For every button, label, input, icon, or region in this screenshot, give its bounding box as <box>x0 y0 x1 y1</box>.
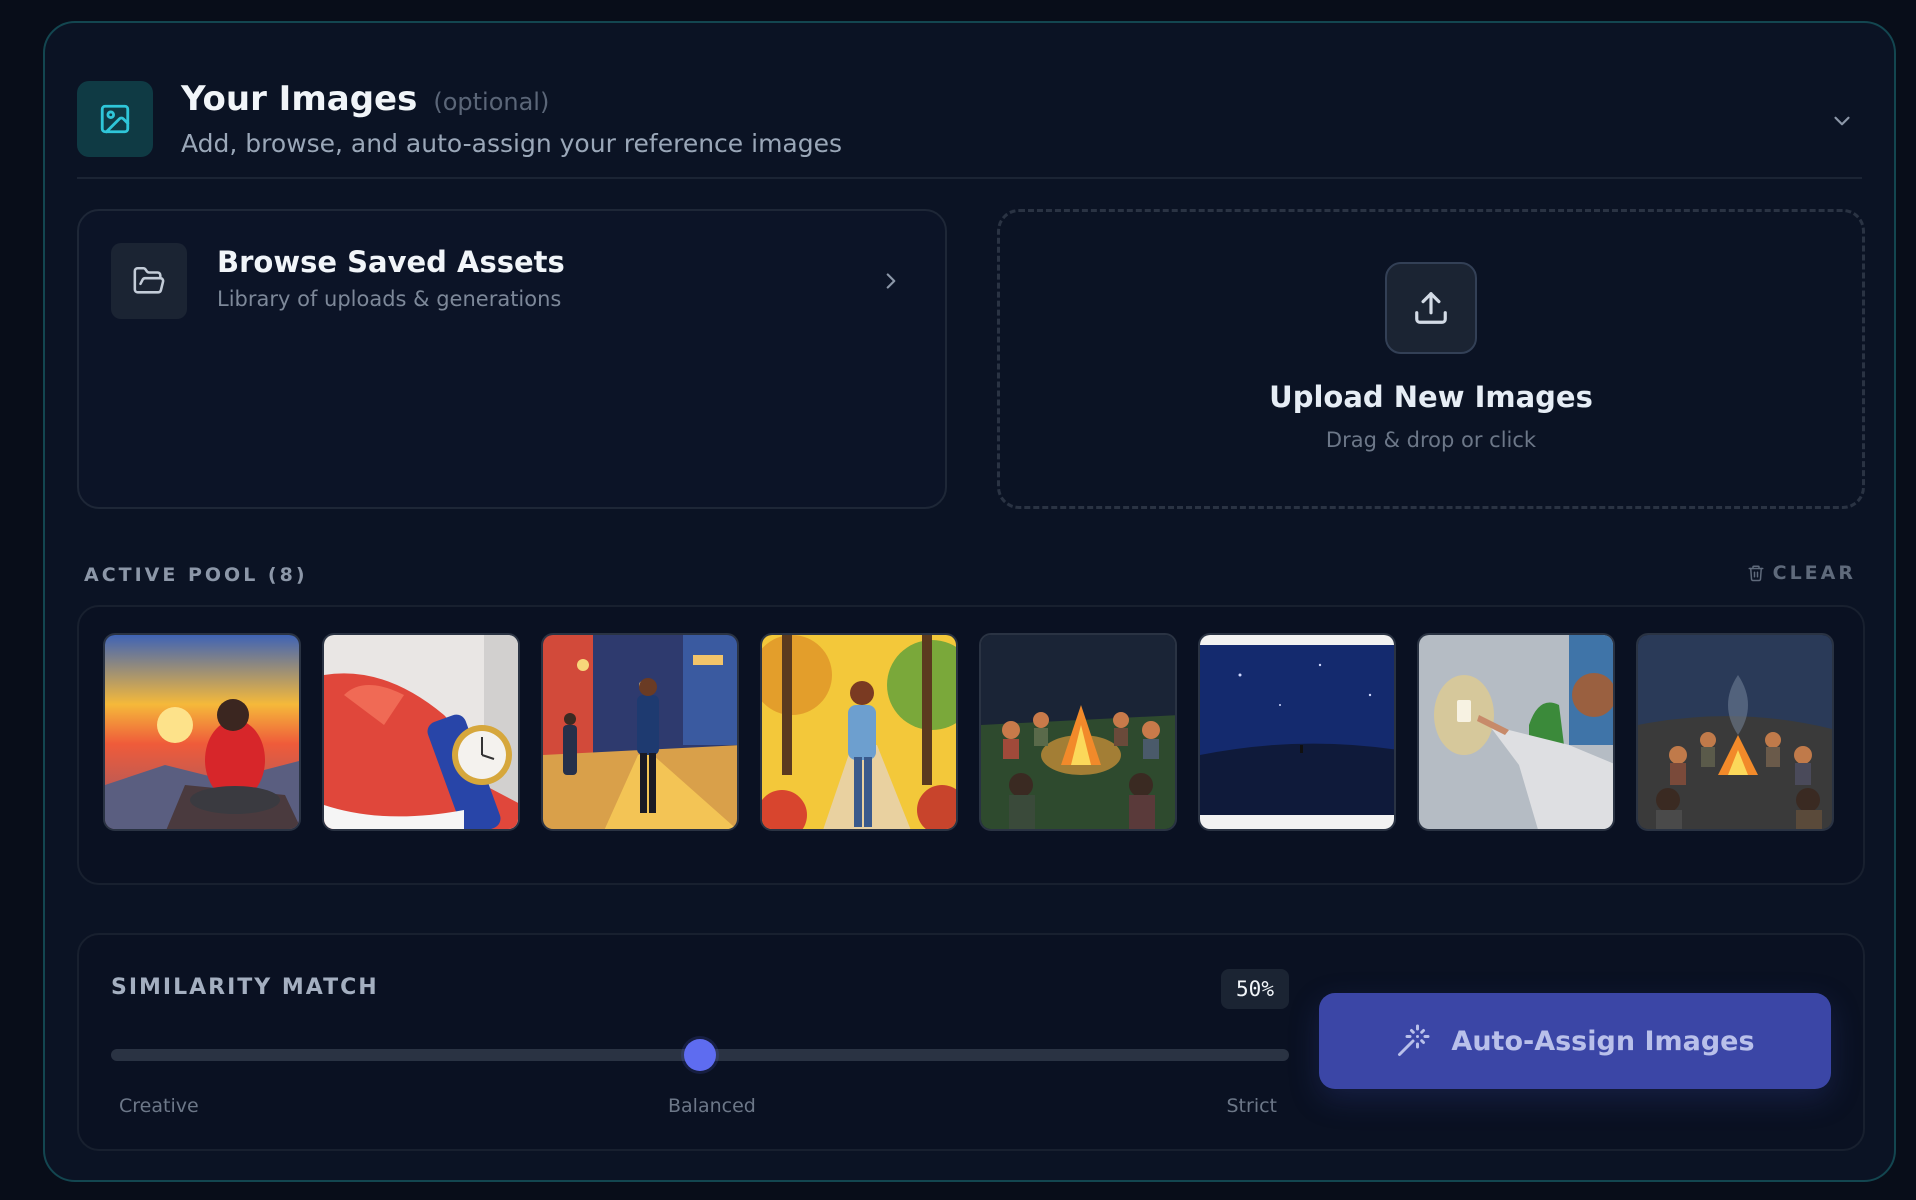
page-title: Your Images (optional) <box>181 79 549 119</box>
similarity-section: SIMILARITY MATCH 50% Creative Balanced S… <box>77 933 1865 1151</box>
header-subtitle: Add, browse, and auto-assign your refere… <box>181 129 843 158</box>
chevron-right-icon <box>873 263 909 299</box>
pool-image[interactable] <box>979 633 1177 831</box>
magic-wand-icon <box>1398 1024 1430 1056</box>
clear-button[interactable]: CLEAR <box>1747 562 1856 584</box>
header-title-text: Your Images <box>181 79 418 119</box>
panel-header[interactable]: Your Images (optional) Add, browse, and a… <box>77 61 1862 179</box>
upload-title: Upload New Images <box>1269 380 1593 414</box>
thumbnail-row <box>103 633 1834 831</box>
pool-image[interactable] <box>1636 633 1834 831</box>
pool-image[interactable] <box>760 633 958 831</box>
upload-dropzone[interactable]: Upload New Images Drag & drop or click <box>997 209 1865 509</box>
pool-image[interactable] <box>1417 633 1615 831</box>
similarity-slider[interactable] <box>111 1039 1289 1071</box>
browse-title: Browse Saved Assets <box>217 245 565 279</box>
pool-image[interactable] <box>322 633 520 831</box>
tick-creative: Creative <box>119 1095 199 1117</box>
slider-handle[interactable] <box>684 1039 716 1071</box>
similarity-label: SIMILARITY MATCH <box>111 975 379 1000</box>
active-pool-label: ACTIVE POOL (8) <box>84 564 308 586</box>
tick-balanced: Balanced <box>668 1095 756 1117</box>
optional-tag: (optional) <box>433 88 550 116</box>
chevron-down-icon[interactable] <box>1822 101 1862 141</box>
active-pool <box>77 605 1865 885</box>
tick-strict: Strict <box>1226 1095 1278 1117</box>
upload-subtitle: Drag & drop or click <box>1325 428 1537 452</box>
your-images-panel: Your Images (optional) Add, browse, and a… <box>43 21 1896 1182</box>
similarity-value-badge: 50% <box>1221 969 1289 1009</box>
auto-assign-label: Auto-Assign Images <box>1451 1025 1755 1057</box>
trash-icon <box>1748 565 1764 582</box>
pool-image[interactable] <box>541 633 739 831</box>
upload-icon <box>1385 262 1477 354</box>
folder-open-icon <box>111 243 187 319</box>
clear-label: CLEAR <box>1772 562 1856 584</box>
auto-assign-button[interactable]: Auto-Assign Images <box>1319 993 1831 1089</box>
browse-saved-assets-card[interactable]: Browse Saved Assets Library of uploads &… <box>77 209 947 509</box>
pool-image[interactable] <box>1198 633 1396 831</box>
browse-subtitle: Library of uploads & generations <box>217 287 562 311</box>
pool-image[interactable] <box>103 633 301 831</box>
image-icon <box>77 81 153 157</box>
